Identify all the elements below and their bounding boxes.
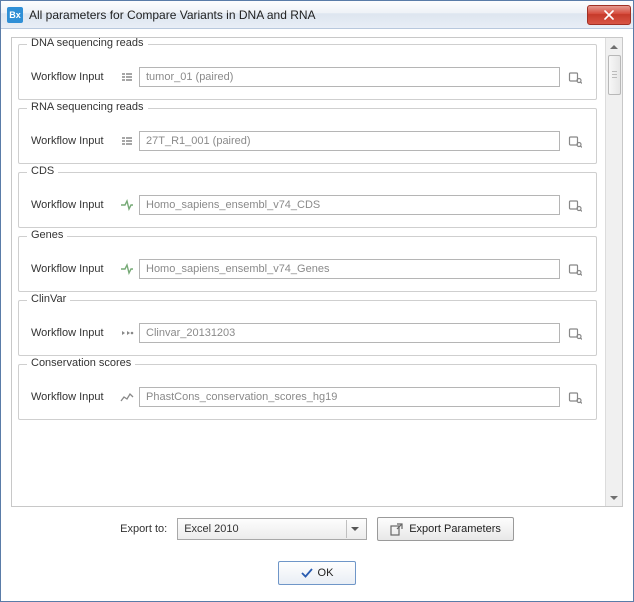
client-area: DNA sequencing reads Workflow Input [1,29,633,601]
conservation-input-field[interactable] [139,387,560,407]
browse-icon [568,198,582,212]
group-title: Genes [27,229,67,241]
combo-arrow [346,520,362,538]
check-icon [301,567,313,579]
input-label: Workflow Input [29,327,115,339]
scroll-up-button[interactable] [608,40,621,53]
group-rna-sequencing-reads: RNA sequencing reads Workflow Input [18,108,597,164]
close-button[interactable] [587,5,631,25]
browse-icon [568,134,582,148]
ok-row: OK [11,545,623,591]
row-clinvar-input: Workflow Input [29,323,586,343]
browse-button[interactable] [564,195,586,215]
browse-button[interactable] [564,323,586,343]
browse-button[interactable] [564,387,586,407]
group-dna-sequencing-reads: DNA sequencing reads Workflow Input [18,44,597,100]
export-to-label: Export to: [120,523,167,535]
close-icon [604,10,614,20]
dna-input-field[interactable] [139,67,560,87]
scroll-down-button[interactable] [608,491,621,504]
group-conservation-scores: Conservation scores Workflow Input [18,364,597,420]
input-label: Workflow Input [29,199,115,211]
input-label: Workflow Input [29,135,115,147]
vertical-scrollbar[interactable] [605,38,622,506]
track-icon [119,197,135,213]
group-title: CDS [27,165,58,177]
browse-icon [568,390,582,404]
group-cds: CDS Workflow Input [18,172,597,228]
group-genes: Genes Workflow Input [18,236,597,292]
track-icon [119,261,135,277]
row-dna-input: Workflow Input [29,67,586,87]
scroll-thumb[interactable] [608,55,621,95]
group-title: ClinVar [27,293,70,305]
reads-paired-icon [119,133,135,149]
scroll-track[interactable] [608,55,621,489]
export-icon [390,523,403,536]
export-format-combo[interactable]: Excel 2010 [177,518,367,540]
graph-track-icon [119,389,135,405]
chevron-up-icon [610,44,618,50]
ok-button-label: OK [318,567,334,579]
titlebar: Bx All parameters for Compare Variants i… [1,1,633,29]
parameters-panel: DNA sequencing reads Workflow Input [11,37,623,507]
window-title: All parameters for Compare Variants in D… [29,8,587,22]
cds-input-field[interactable] [139,195,560,215]
chevron-down-icon [351,526,359,532]
group-title: Conservation scores [27,357,135,369]
clinvar-input-field[interactable] [139,323,560,343]
rna-input-field[interactable] [139,131,560,151]
app-icon: Bx [7,7,23,23]
browse-icon [568,326,582,340]
input-label: Workflow Input [29,263,115,275]
dialog-window: Bx All parameters for Compare Variants i… [0,0,634,602]
row-conservation-input: Workflow Input [29,387,586,407]
browse-button[interactable] [564,67,586,87]
parameters-content: DNA sequencing reads Workflow Input [12,38,605,506]
input-label: Workflow Input [29,71,115,83]
export-format-selected: Excel 2010 [184,523,346,535]
group-title: DNA sequencing reads [27,38,148,49]
chevron-down-icon [610,495,618,501]
ok-button[interactable]: OK [278,561,356,585]
row-genes-input: Workflow Input [29,259,586,279]
genes-input-field[interactable] [139,259,560,279]
browse-button[interactable] [564,259,586,279]
browse-icon [568,262,582,276]
browse-icon [568,70,582,84]
annotation-track-icon [119,325,135,341]
export-row: Export to: Excel 2010 Export Parameters [11,507,623,545]
export-button-label: Export Parameters [409,523,501,535]
export-parameters-button[interactable]: Export Parameters [377,517,514,541]
row-cds-input: Workflow Input [29,195,586,215]
browse-button[interactable] [564,131,586,151]
reads-paired-icon [119,69,135,85]
group-title: RNA sequencing reads [27,101,148,113]
input-label: Workflow Input [29,391,115,403]
row-rna-input: Workflow Input [29,131,586,151]
group-clinvar: ClinVar Workflow Input [18,300,597,356]
